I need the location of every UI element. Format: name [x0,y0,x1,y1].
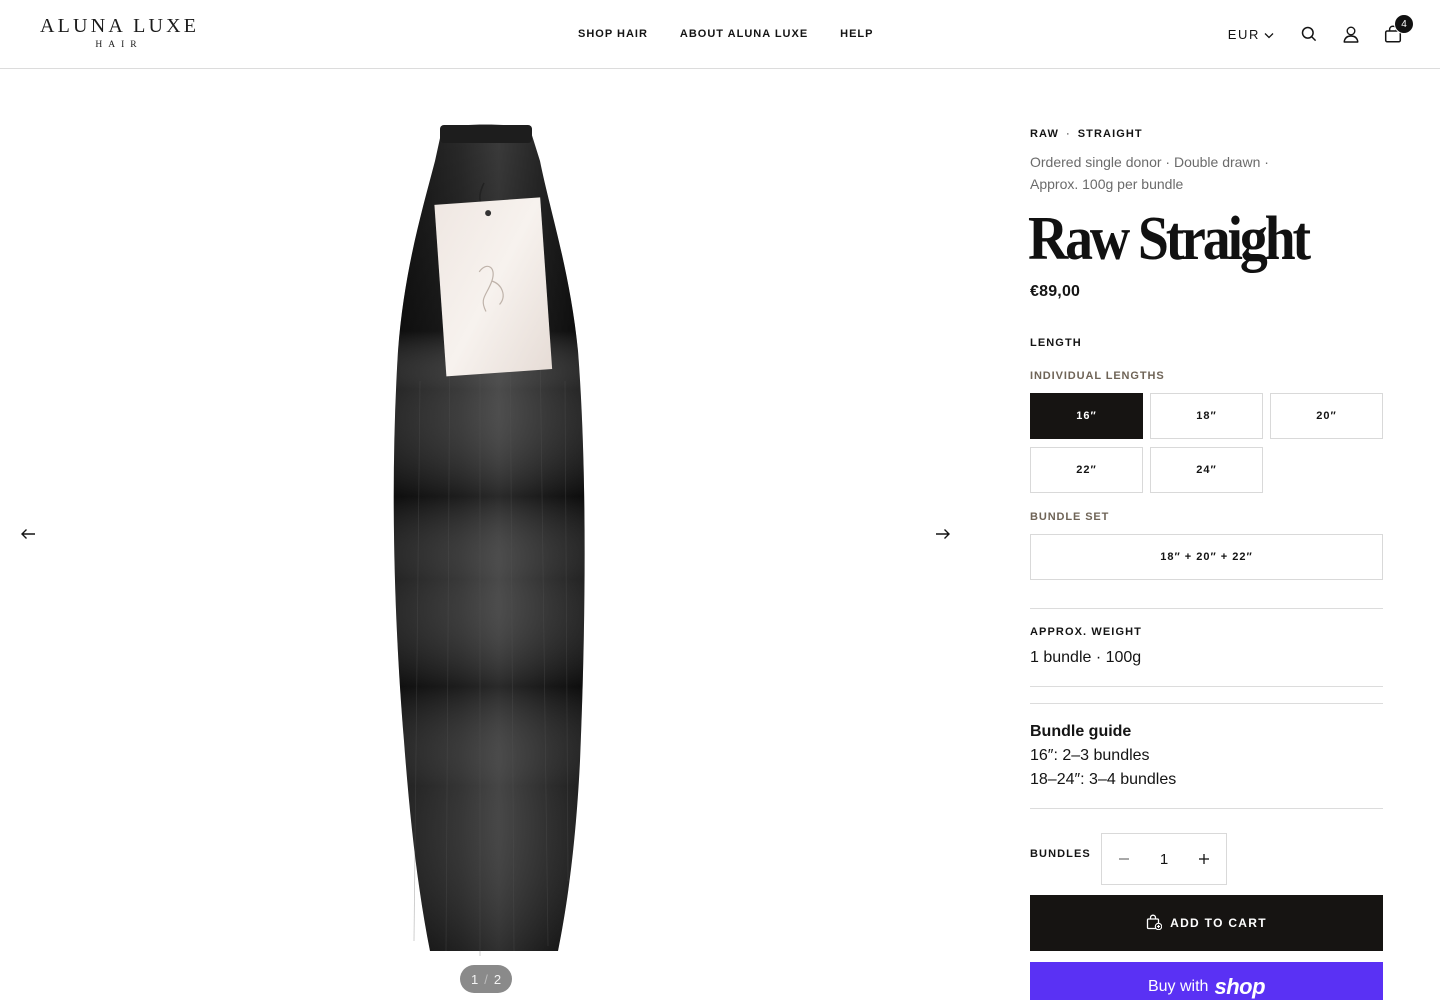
length-option-16[interactable]: 16″ [1030,393,1143,439]
length-option-title: LENGTH [1030,337,1082,349]
bundle-set-label: BUNDLE SET [1030,511,1110,523]
bag-plus-icon [1146,914,1163,933]
divider [1030,686,1383,687]
eyebrow-separator: · [1065,128,1071,140]
header-actions: EUR 4 [1228,14,1414,50]
pager-separator: / [484,971,488,987]
pager-current: 1 [470,971,479,987]
buy-with-label: Buy with [1147,978,1209,995]
divider [1030,608,1383,609]
logo-subline: HAIR [95,40,143,50]
account-icon[interactable] [1340,23,1362,45]
product-image [393,124,585,956]
brand-logo[interactable]: ALUNA LUXE HAIR [40,15,200,51]
logo-wordmark: ALUNA LUXE [40,15,200,37]
arrow-left-icon[interactable] [16,524,40,544]
plus-icon[interactable] [1196,851,1212,867]
shop-pay-logo: shop [1214,974,1266,999]
nav-about[interactable]: ABOUT ALUNA LUXE [680,27,808,41]
product-gallery: 1 / 2 [0,69,970,1000]
buy-with-shop-button[interactable]: Buy with shop [1030,962,1383,1000]
length-option-22[interactable]: 22″ [1030,447,1143,493]
product-title: Raw Straight [1028,205,1311,273]
divider [1030,703,1383,704]
features-line-2: Approx. 100g per bundle [1030,176,1184,192]
product-eyebrow: RAW · STRAIGHT [1030,128,1143,140]
currency-selector[interactable]: EUR [1228,27,1274,42]
weight-title: APPROX. WEIGHT [1030,626,1142,638]
product-price: €89,00 [1030,283,1081,300]
chevron-down-icon [1264,27,1274,42]
bundle-guide-line-1: 16″: 2–3 bundles [1030,747,1150,764]
eyebrow-texture: STRAIGHT [1077,128,1143,140]
quantity-label: BUNDLES [1030,848,1091,860]
quantity-stepper: 1 [1101,833,1227,885]
divider [1030,808,1383,809]
features-line-1: Ordered single donor · Double drawn · [1030,154,1269,170]
product-features: Ordered single donor · Double drawn · Ap… [1030,151,1300,195]
site-header: ALUNA LUXE HAIR SHOP HAIR ABOUT ALUNA LU… [0,0,1440,69]
individual-lengths-label: INDIVIDUAL LENGTHS [1030,370,1165,382]
currency-label: EUR [1227,26,1260,42]
main-nav: SHOP HAIR ABOUT ALUNA LUXE HELP [578,27,874,41]
eyebrow-type: RAW [1030,128,1059,140]
nav-help[interactable]: HELP [840,27,873,41]
add-to-cart-label: ADD TO CART [1170,916,1267,930]
quantity-value[interactable]: 1 [1160,851,1168,868]
length-option-18[interactable]: 18″ [1150,393,1263,439]
bundle-guide-line-2: 18–24″: 3–4 bundles [1030,771,1177,788]
bundle-guide-title: Bundle guide [1030,723,1132,740]
cart-count-badge: 4 [1394,14,1414,34]
minus-icon[interactable] [1116,851,1132,867]
length-option-24[interactable]: 24″ [1150,447,1263,493]
gallery-pager: 1 / 2 [460,965,512,993]
nav-shop-hair[interactable]: SHOP HAIR [578,27,648,41]
search-icon[interactable] [1298,23,1320,45]
bundle-set-option[interactable]: 18″ + 20″ + 22″ [1030,534,1383,580]
weight-value: 1 bundle · 100g [1030,649,1142,666]
add-to-cart-button[interactable]: ADD TO CART [1030,895,1383,951]
length-option-20[interactable]: 20″ [1270,393,1383,439]
arrow-right-icon[interactable] [931,524,955,544]
pager-total: 2 [493,971,502,987]
cart-icon[interactable]: 4 [1382,14,1414,45]
